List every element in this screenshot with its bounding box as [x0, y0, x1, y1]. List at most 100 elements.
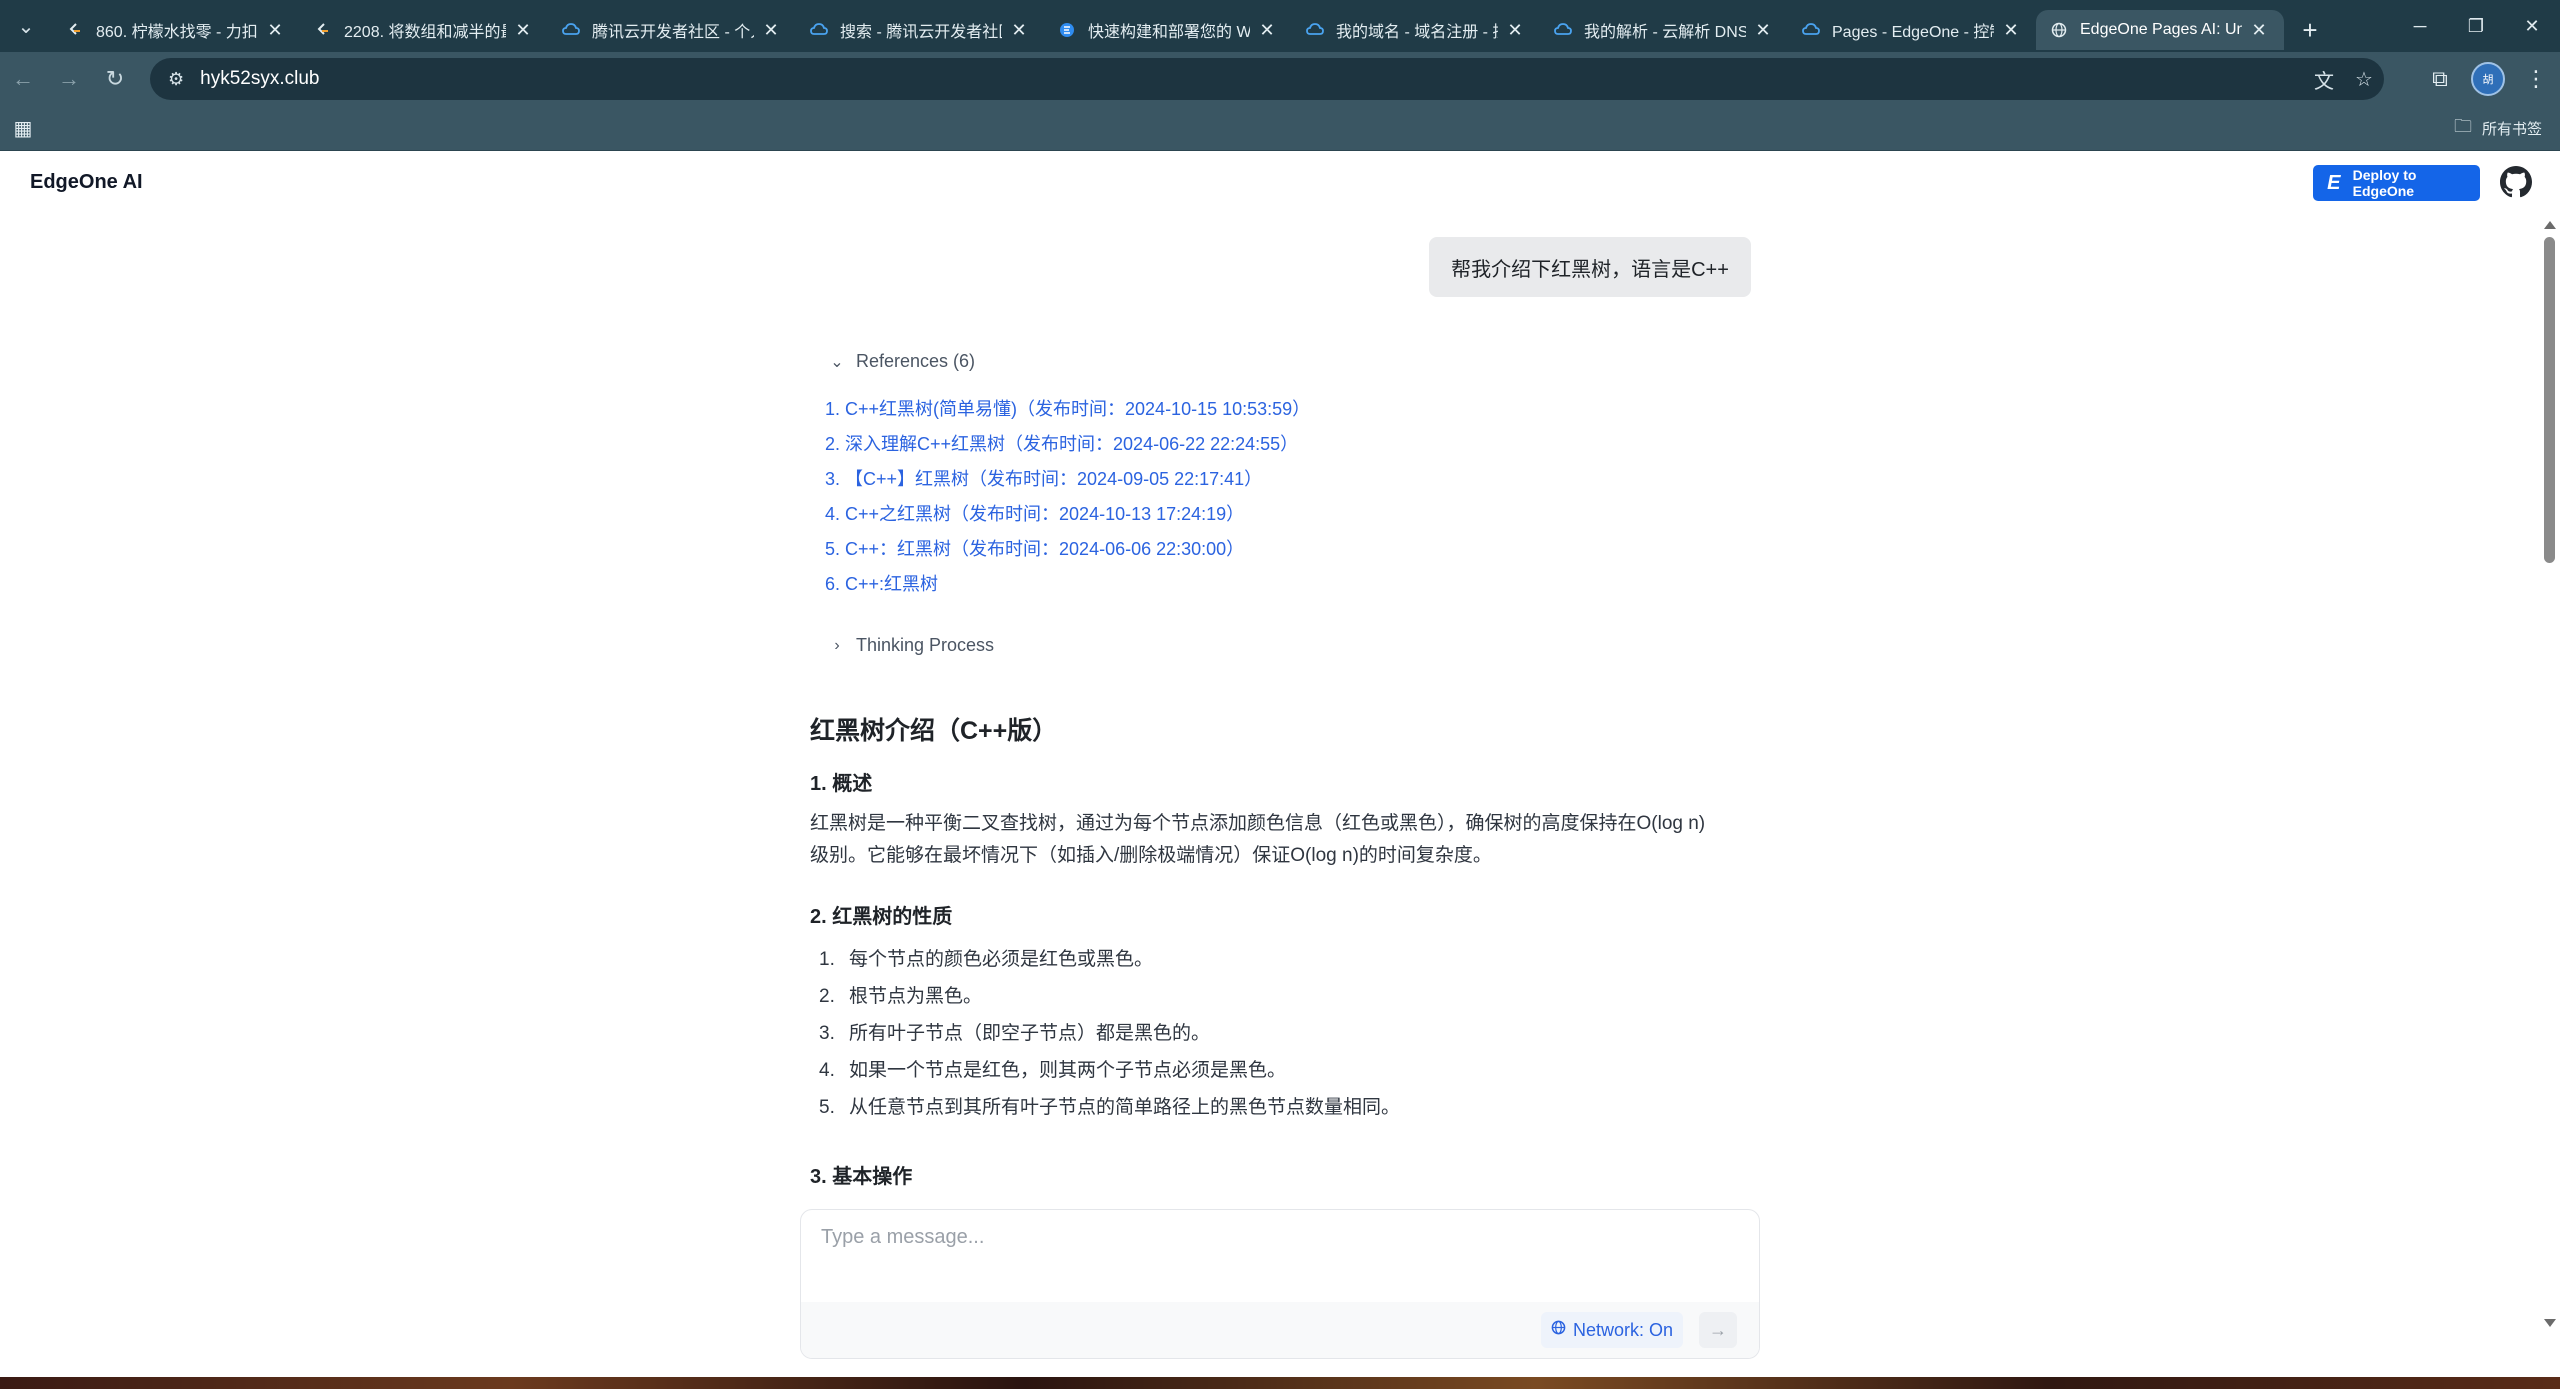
- leetcode-icon: [314, 21, 332, 39]
- close-icon[interactable]: ✕: [1256, 19, 1278, 41]
- composer-actions: Network: On →: [801, 1302, 1759, 1358]
- close-icon[interactable]: ✕: [1752, 19, 1774, 41]
- tencent-cloud-icon: [1554, 21, 1572, 39]
- section-heading-properties: 2. 红黑树的性质: [810, 906, 953, 928]
- overview-paragraph: 红黑树是一种平衡二叉查找树，通过为每个节点添加颜色信息（红色或黑色），确保树的高…: [810, 813, 1706, 866]
- apps-grid-icon[interactable]: ▦: [0, 116, 46, 141]
- tab-edgeone-pages-ai[interactable]: EdgeOne Pages AI: Un ✕: [2036, 10, 2284, 50]
- profile-avatar[interactable]: 胡: [2464, 55, 2512, 103]
- browser-tab-strip: ⌄ 860. 柠檬水找零 - 力扣 ✕ 2208. 将数组和减半的最 ✕ 腾讯云…: [0, 0, 2560, 52]
- app-brand[interactable]: EdgeOne AI: [30, 171, 143, 194]
- properties-list: 1. 每个节点的颜色必须是红色或黑色。 2. 根节点为黑色。 3. 所有叶子节点（即空…: [810, 941, 1710, 1126]
- globe-icon: [1551, 1320, 1566, 1340]
- thinking-process-label: Thinking Process: [856, 635, 995, 655]
- message-composer: Network: On →: [800, 1209, 1760, 1359]
- list-item: 1. 每个节点的颜色必须是红色或黑色。: [819, 949, 1154, 970]
- tab-leetcode-2208[interactable]: 2208. 将数组和减半的最 ✕: [300, 10, 548, 50]
- back-arrow-icon[interactable]: ←: [0, 56, 46, 102]
- tab-title: 2208. 将数组和减半的最: [344, 24, 506, 41]
- minimize-icon[interactable]: ─: [2392, 0, 2448, 52]
- tab-leetcode-860[interactable]: 860. 柠檬水找零 - 力扣 ✕: [52, 10, 300, 50]
- browser-toolbar: ← → ↻ ⚙ hyk52syx.club 文 ☆ ⧉ 胡 ⋮: [0, 52, 2560, 106]
- desktop-wallpaper-strip: [0, 1377, 2560, 1389]
- network-label: Network: On: [1573, 1319, 1674, 1340]
- restore-icon[interactable]: ❐: [2448, 0, 2504, 52]
- reference-link[interactable]: 4. C++之红黑树（发布时间：2024-10-13 17:24:19）: [825, 501, 1310, 536]
- url-text: hyk52syx.club: [200, 68, 320, 89]
- avatar: 胡: [2471, 62, 2505, 96]
- references-toggle[interactable]: ⌄ References (6): [826, 351, 975, 372]
- folder-icon: 🗀: [2453, 115, 2472, 136]
- tab-title: 腾讯云开发者社区 - 个人: [592, 24, 754, 41]
- tab-tencent-community[interactable]: 腾讯云开发者社区 - 个人 ✕: [548, 10, 796, 50]
- reference-link[interactable]: 2. 深入理解C++红黑树（发布时间：2024-06-22 22:24:55）: [825, 431, 1310, 466]
- close-icon[interactable]: ✕: [2248, 19, 2270, 41]
- close-icon[interactable]: ✕: [760, 19, 782, 41]
- tab-title: 我的解析 - 云解析 DNS: [1584, 24, 1746, 41]
- deploy-button-label: Deploy to EdgeOne: [2352, 167, 2417, 199]
- message-input[interactable]: [801, 1210, 1759, 1300]
- answer-title: 红黑树介绍（C++版）: [810, 717, 1058, 745]
- close-icon[interactable]: ✕: [2000, 19, 2022, 41]
- tab-search-icon[interactable]: ⌄: [0, 0, 52, 52]
- list-item: 3. 所有叶子节点（即空子节点）都是黑色的。: [819, 1023, 1211, 1044]
- send-arrow-icon[interactable]: →: [1699, 1312, 1737, 1348]
- tab-title: 快速构建和部署您的 We: [1088, 24, 1250, 41]
- section-heading-operations: 3. 基本操作: [810, 1166, 913, 1188]
- edgeone-icon: [1058, 21, 1076, 39]
- tab-title: 搜索 - 腾讯云开发者社区: [840, 24, 1002, 41]
- section-heading-overview: 1. 概述: [810, 773, 873, 795]
- user-message-bubble: 帮我介绍下红黑树，语言是C++: [1429, 237, 1751, 297]
- scroll-up-arrow-icon[interactable]: [2544, 221, 2556, 229]
- github-icon[interactable]: [2500, 166, 2532, 198]
- reload-icon[interactable]: ↻: [92, 56, 138, 102]
- tab-domains[interactable]: 我的域名 - 域名注册 - 控 ✕: [1292, 10, 1540, 50]
- all-bookmarks-button[interactable]: 🗀 所有书签: [2454, 106, 2542, 151]
- tab-title: Pages - EdgeOne - 控制: [1832, 24, 1994, 41]
- chevron-right-icon: ›: [834, 636, 840, 654]
- extensions-icon[interactable]: ⧉: [2416, 55, 2464, 103]
- tab-tencent-search[interactable]: 搜索 - 腾讯云开发者社区 ✕: [796, 10, 1044, 50]
- list-item: 5. 从任意节点到其所有叶子节点的简单路径上的黑色节点数量相同。: [819, 1097, 1401, 1118]
- assistant-answer: 红黑树介绍（C++版） 1. 概述 红黑树是一种平衡二叉查找树，通过为每个节点添…: [810, 711, 1710, 1201]
- reference-link[interactable]: 6. C++:红黑树: [825, 571, 1310, 606]
- scroll-thumb[interactable]: [2544, 237, 2555, 563]
- bookmarks-bar: ▦ 🗀 所有书签: [0, 106, 2560, 151]
- scroll-down-arrow-icon[interactable]: [2544, 1319, 2556, 1327]
- list-item: 2. 根节点为黑色。: [819, 986, 983, 1007]
- app-header: EdgeOne AI E Deploy to EdgeOne: [0, 151, 2560, 217]
- address-bar[interactable]: ⚙ hyk52syx.club 文 ☆: [150, 58, 2384, 100]
- tab-title: 我的域名 - 域名注册 - 控: [1336, 24, 1498, 41]
- translate-icon[interactable]: 文: [2304, 65, 2344, 94]
- tab-pages-console[interactable]: Pages - EdgeOne - 控制 ✕: [1788, 10, 2036, 50]
- thinking-process-toggle[interactable]: › Thinking Process: [826, 635, 994, 656]
- close-icon[interactable]: ✕: [1504, 19, 1526, 41]
- site-info-icon[interactable]: ⚙: [168, 69, 184, 90]
- references-label: References (6): [856, 351, 976, 371]
- tab-dns[interactable]: 我的解析 - 云解析 DNS ✕: [1540, 10, 1788, 50]
- page-content: EdgeOne AI E Deploy to EdgeOne 帮我介绍下红黑树，…: [0, 151, 2560, 1377]
- tab-title: 860. 柠檬水找零 - 力扣: [96, 24, 258, 41]
- forward-arrow-icon[interactable]: →: [46, 56, 92, 102]
- reference-link[interactable]: 5. C++：红黑树（发布时间：2024-06-06 22:30:00）: [825, 536, 1310, 571]
- close-icon[interactable]: ✕: [1008, 19, 1030, 41]
- window-close-icon[interactable]: ✕: [2504, 0, 2560, 52]
- tab-edgeone-deploy[interactable]: 快速构建和部署您的 We ✕: [1044, 10, 1292, 50]
- edgeone-logo-icon: E: [2327, 171, 2341, 194]
- toolbar-right: ⧉ 胡 ⋮: [2416, 52, 2560, 106]
- browser-menu-icon[interactable]: ⋮: [2512, 55, 2560, 103]
- page-scrollbar[interactable]: [2540, 219, 2560, 1329]
- close-icon[interactable]: ✕: [264, 19, 286, 41]
- network-toggle-button[interactable]: Network: On: [1541, 1312, 1684, 1348]
- bookmark-star-icon[interactable]: ☆: [2344, 67, 2384, 92]
- deploy-button[interactable]: E Deploy to EdgeOne: [2313, 165, 2480, 201]
- close-icon[interactable]: ✕: [512, 19, 534, 41]
- reference-link[interactable]: 3. 【C++】红黑树（发布时间：2024-09-05 22:17:41）: [825, 466, 1310, 501]
- tencent-cloud-icon: [810, 21, 828, 39]
- tencent-cloud-icon: [1802, 21, 1820, 39]
- tencent-cloud-icon: [1306, 21, 1324, 39]
- reference-link[interactable]: 1. C++红黑树(简单易懂)（发布时间：2024-10-15 10:53:59…: [825, 396, 1310, 431]
- new-tab-plus-icon[interactable]: +: [2290, 10, 2330, 50]
- list-item: 4. 如果一个节点是红色，则其两个子节点必须是黑色。: [819, 1060, 1287, 1081]
- globe-icon: [2050, 21, 2068, 39]
